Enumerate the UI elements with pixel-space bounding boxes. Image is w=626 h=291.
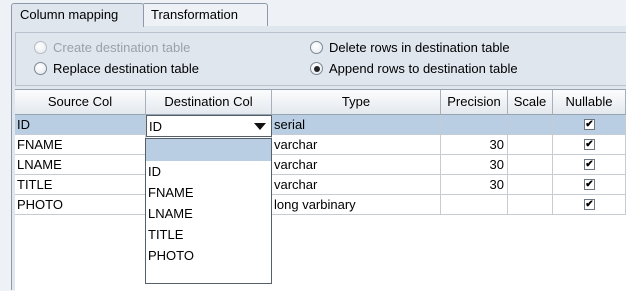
- dropdown-arrow-icon[interactable]: [249, 116, 271, 136]
- tab-transformation[interactable]: Transformation: [142, 3, 268, 27]
- nullable-checkbox[interactable]: ✔: [584, 139, 595, 150]
- cell-type[interactable]: long varbinary: [272, 195, 441, 215]
- cell-type[interactable]: varchar: [272, 135, 441, 155]
- cell-source[interactable]: ID: [15, 115, 146, 135]
- create-table-label: Create destination table: [53, 40, 191, 55]
- cell-scale[interactable]: [508, 115, 553, 135]
- create-table-radio: Create destination table: [34, 40, 190, 55]
- append-rows-radio[interactable]: Append rows to destination table: [310, 61, 518, 76]
- cell-precision[interactable]: 30: [441, 155, 508, 175]
- combobox-value: ID: [149, 119, 162, 134]
- header-precision[interactable]: Precision: [441, 90, 508, 115]
- dropdown-option-fname[interactable]: FNAME: [146, 183, 271, 203]
- cell-type[interactable]: varchar: [272, 175, 441, 195]
- cell-source[interactable]: PHOTO: [15, 195, 146, 215]
- header-source-col[interactable]: Source Col: [15, 90, 146, 115]
- append-rows-label: Append rows to destination table: [329, 61, 518, 76]
- header-type[interactable]: Type: [272, 90, 441, 115]
- cell-source[interactable]: FNAME: [15, 135, 146, 155]
- cell-nullable[interactable]: ✔: [553, 115, 626, 135]
- destination-col-combobox[interactable]: ID: [146, 115, 272, 137]
- delete-rows-label: Delete rows in destination table: [329, 40, 510, 55]
- delete-rows-radio[interactable]: Delete rows in destination table: [310, 40, 510, 55]
- cell-type[interactable]: varchar: [272, 155, 441, 175]
- radio-circle-icon: [34, 41, 47, 54]
- cell-source[interactable]: TITLE: [15, 175, 146, 195]
- cell-scale[interactable]: [508, 135, 553, 155]
- replace-table-label: Replace destination table: [53, 61, 199, 76]
- cell-precision[interactable]: [441, 195, 508, 215]
- header-scale[interactable]: Scale: [508, 90, 553, 115]
- replace-table-radio[interactable]: Replace destination table: [34, 61, 199, 76]
- cell-precision[interactable]: [441, 115, 508, 135]
- nullable-checkbox[interactable]: ✔: [584, 159, 595, 170]
- cell-scale[interactable]: [508, 155, 553, 175]
- radio-circle-icon: [34, 62, 47, 75]
- nullable-checkbox[interactable]: ✔: [584, 179, 595, 190]
- cell-nullable[interactable]: ✔: [553, 175, 626, 195]
- dropdown-option-id[interactable]: ID: [146, 162, 271, 182]
- cell-nullable[interactable]: ✔: [553, 135, 626, 155]
- radio-selected-icon: [310, 62, 323, 75]
- destination-col-dropdown-list: ID FNAME LNAME TITLE PHOTO: [145, 138, 272, 284]
- cell-type[interactable]: serial: [272, 115, 441, 135]
- nullable-checkbox[interactable]: ✔: [584, 119, 595, 130]
- dropdown-option-title[interactable]: TITLE: [146, 225, 271, 245]
- cell-nullable[interactable]: ✔: [553, 195, 626, 215]
- cell-scale[interactable]: [508, 175, 553, 195]
- cell-source[interactable]: LNAME: [15, 155, 146, 175]
- tab-column-mapping[interactable]: Column mapping: [11, 3, 144, 27]
- header-destination-col[interactable]: Destination Col: [146, 90, 272, 115]
- cell-scale[interactable]: [508, 195, 553, 215]
- cell-nullable[interactable]: ✔: [553, 155, 626, 175]
- cell-precision[interactable]: 30: [441, 135, 508, 155]
- header-nullable[interactable]: Nullable: [553, 90, 626, 115]
- column-mapping-table: Source Col Destination Col Type Precisio…: [15, 89, 626, 291]
- nullable-checkbox[interactable]: ✔: [584, 199, 595, 210]
- dropdown-option-empty[interactable]: [146, 139, 271, 161]
- cell-precision[interactable]: 30: [441, 175, 508, 195]
- radio-circle-icon: [310, 41, 323, 54]
- dropdown-option-lname[interactable]: LNAME: [146, 204, 271, 224]
- dropdown-option-photo[interactable]: PHOTO: [146, 246, 271, 266]
